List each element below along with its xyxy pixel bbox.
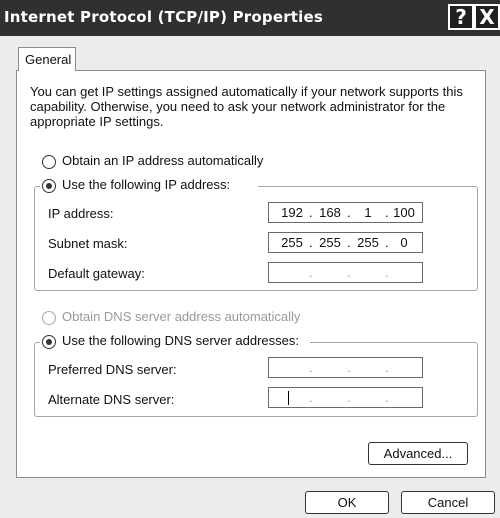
alternate-dns-input[interactable]: . . . — [268, 387, 423, 408]
radio-obtain-ip-auto-label[interactable]: Obtain an IP address automatically — [62, 153, 263, 168]
radio-use-following-dns-label[interactable]: Use the following DNS server addresses: — [62, 333, 299, 348]
tcpip-properties-dialog: Internet Protocol (TCP/IP) Properties ? … — [0, 0, 500, 518]
octet-separator: . — [347, 235, 351, 250]
close-icon: X — [479, 5, 495, 29]
tab-general[interactable]: General — [18, 47, 76, 71]
octet-separator: . — [347, 265, 351, 280]
preferred-dns-label: Preferred DNS server: — [48, 362, 177, 377]
octet-separator: . — [385, 360, 389, 375]
description-text: You can get IP settings assigned automat… — [30, 84, 463, 129]
octet-separator: . — [347, 390, 351, 405]
ok-button[interactable]: OK — [305, 491, 389, 514]
help-icon: ? — [455, 5, 467, 29]
ip-address-octet-2: 168 — [319, 205, 341, 220]
ip-address-octet-4: 100 — [393, 205, 415, 220]
octet-separator: . — [309, 390, 313, 405]
help-button[interactable]: ? — [448, 4, 474, 30]
subnet-mask-label: Subnet mask: — [48, 236, 128, 251]
advanced-button[interactable]: Advanced... — [368, 442, 468, 465]
default-gateway-input[interactable]: . . . — [268, 262, 423, 283]
title-bar[interactable]: Internet Protocol (TCP/IP) Properties ? … — [0, 0, 500, 36]
window-title: Internet Protocol (TCP/IP) Properties — [4, 8, 324, 26]
subnet-mask-octet-4: 0 — [400, 235, 408, 250]
radio-obtain-dns-auto[interactable] — [42, 311, 56, 325]
octet-separator: . — [309, 360, 313, 375]
subnet-mask-octet-1: 255 — [281, 235, 303, 250]
cancel-button[interactable]: Cancel — [401, 491, 495, 514]
radio-obtain-ip-auto[interactable] — [42, 155, 56, 169]
default-gateway-label: Default gateway: — [48, 266, 145, 281]
close-button[interactable]: X — [474, 4, 500, 30]
octet-separator: . — [347, 205, 351, 220]
ip-address-octet-1: 192 — [281, 205, 303, 220]
radio-use-following-ip-label[interactable]: Use the following IP address: — [62, 177, 230, 192]
alternate-dns-label: Alternate DNS server: — [48, 392, 175, 407]
text-cursor — [288, 391, 289, 405]
radio-use-following-dns[interactable] — [42, 335, 56, 349]
octet-separator: . — [385, 390, 389, 405]
tab-general-label: General — [25, 52, 72, 67]
subnet-mask-octet-2: 255 — [319, 235, 341, 250]
radio-obtain-dns-auto-label[interactable]: Obtain DNS server address automatically — [62, 309, 300, 324]
subnet-mask-input[interactable]: 255 . 255 . 255 . 0 — [268, 232, 423, 253]
octet-separator: . — [347, 360, 351, 375]
ip-address-input[interactable]: 192 . 168 . 1 . 100 — [268, 202, 423, 223]
octet-separator: . — [309, 265, 313, 280]
octet-separator: . — [309, 235, 313, 250]
ip-address-octet-3: 1 — [364, 205, 372, 220]
ip-address-label: IP address: — [48, 206, 114, 221]
subnet-mask-octet-3: 255 — [357, 235, 379, 250]
octet-separator: . — [309, 205, 313, 220]
preferred-dns-input[interactable]: . . . — [268, 357, 423, 378]
octet-separator: . — [385, 265, 389, 280]
radio-use-following-ip[interactable] — [42, 179, 56, 193]
